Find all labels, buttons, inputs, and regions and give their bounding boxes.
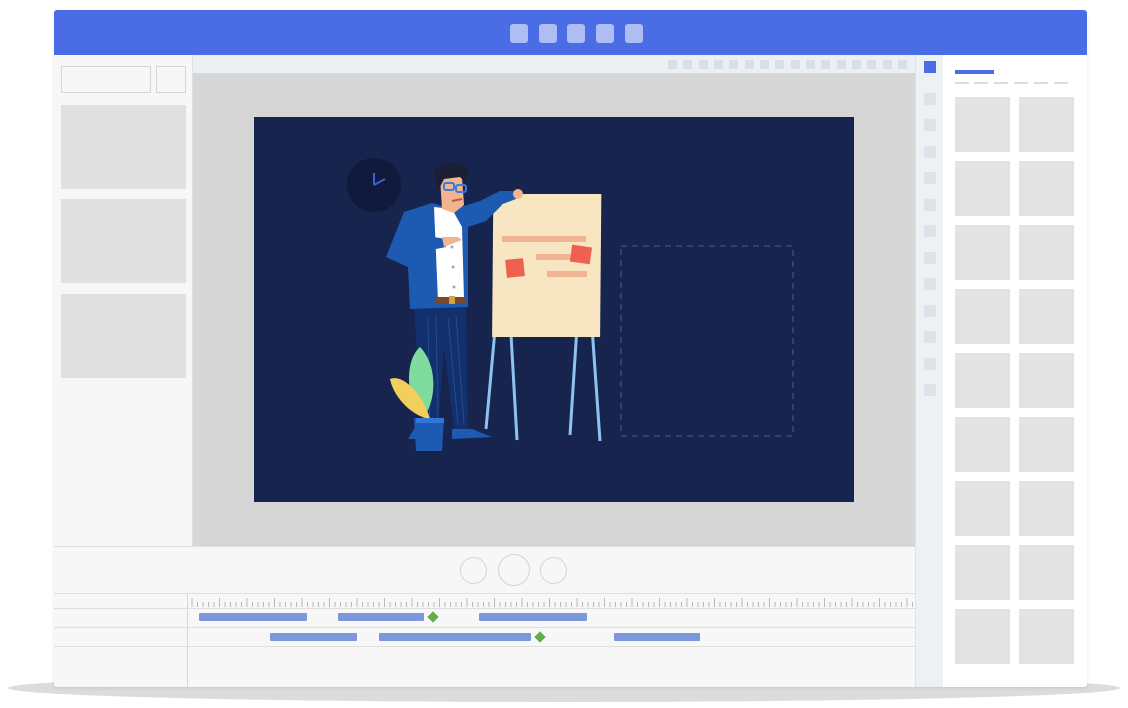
playback-bar [54, 546, 915, 593]
tab-active[interactable] [955, 70, 994, 74]
tool-button[interactable] [924, 278, 936, 290]
toolbar-button-1[interactable] [510, 24, 528, 43]
next-button[interactable] [540, 557, 567, 584]
dashed-placeholder [620, 245, 794, 437]
timeline-clip[interactable] [479, 613, 587, 621]
active-tool-button[interactable] [924, 61, 936, 73]
toolbar-button-2[interactable] [539, 24, 557, 43]
previous-button[interactable] [460, 557, 487, 584]
play-button[interactable] [498, 554, 530, 586]
keyframe-marker[interactable] [427, 611, 439, 623]
toolbar-button-3[interactable] [567, 24, 585, 43]
tool-button[interactable] [924, 146, 936, 158]
tool-strip [915, 55, 943, 687]
editor-window [54, 10, 1087, 687]
canvas-area [193, 55, 915, 546]
timeline-clip[interactable] [199, 613, 307, 621]
track-divider [54, 646, 915, 647]
track-divider [54, 627, 915, 628]
slide-name-input[interactable] [61, 66, 151, 93]
canvas-tool-button[interactable] [837, 60, 846, 69]
asset-tile[interactable] [1019, 609, 1074, 664]
asset-tile[interactable] [955, 97, 1010, 152]
asset-tile[interactable] [955, 289, 1010, 344]
timeline-clip[interactable] [379, 633, 531, 641]
title-bar [54, 10, 1087, 55]
asset-tile[interactable] [1019, 225, 1074, 280]
presenter-illustration [347, 158, 794, 451]
keyframe-marker[interactable] [534, 631, 546, 643]
slides-panel [54, 55, 193, 546]
canvas-tool-button[interactable] [683, 60, 692, 69]
tab[interactable] [994, 82, 1008, 84]
asset-tile[interactable] [955, 417, 1010, 472]
asset-tile[interactable] [955, 609, 1010, 664]
slide-thumbnail[interactable] [61, 294, 186, 378]
flipchart [492, 194, 602, 337]
canvas-tool-button[interactable] [714, 60, 723, 69]
tool-button[interactable] [924, 252, 936, 264]
asset-tile[interactable] [955, 481, 1010, 536]
canvas-tool-button[interactable] [699, 60, 708, 69]
tool-button[interactable] [924, 225, 936, 237]
toolbar-button-4[interactable] [596, 24, 614, 43]
time-ruler[interactable] [188, 594, 915, 608]
canvas-tool-button[interactable] [760, 60, 769, 69]
canvas-toolbar [193, 55, 915, 73]
asset-tile[interactable] [955, 545, 1010, 600]
tool-button[interactable] [924, 331, 936, 343]
canvas-tool-button[interactable] [852, 60, 861, 69]
tool-button[interactable] [924, 384, 936, 396]
canvas-tool-button[interactable] [729, 60, 738, 69]
tool-button[interactable] [924, 358, 936, 370]
timeline-clip[interactable] [338, 613, 424, 621]
canvas-tool-button[interactable] [883, 60, 892, 69]
tab[interactable] [1034, 82, 1048, 84]
asset-tile[interactable] [1019, 353, 1074, 408]
tab[interactable] [1054, 82, 1068, 84]
slide-thumbnail[interactable] [61, 105, 186, 189]
asset-tile[interactable] [955, 161, 1010, 216]
asset-tile[interactable] [1019, 481, 1074, 536]
timeline-clip[interactable] [270, 633, 357, 641]
tab[interactable] [1014, 82, 1028, 84]
canvas-tool-button[interactable] [775, 60, 784, 69]
tool-button[interactable] [924, 172, 936, 184]
timeline-clip[interactable] [614, 633, 700, 641]
slide-canvas[interactable] [254, 117, 854, 502]
tool-button[interactable] [924, 305, 936, 317]
tab[interactable] [955, 82, 969, 84]
canvas-tool-button[interactable] [867, 60, 876, 69]
canvas-tool-button[interactable] [806, 60, 815, 69]
canvas-tool-button[interactable] [745, 60, 754, 69]
asset-tile[interactable] [1019, 417, 1074, 472]
slide-number-input[interactable] [156, 66, 186, 93]
timeline [54, 593, 915, 687]
asset-tile[interactable] [1019, 97, 1074, 152]
toolbar-button-5[interactable] [625, 24, 643, 43]
canvas-tool-button[interactable] [791, 60, 800, 69]
track-divider [54, 608, 915, 609]
tool-button[interactable] [924, 119, 936, 131]
canvas-tool-button[interactable] [821, 60, 830, 69]
asset-tile[interactable] [955, 225, 1010, 280]
assets-panel [943, 55, 1087, 687]
tool-button[interactable] [924, 93, 936, 105]
asset-tile[interactable] [1019, 545, 1074, 600]
canvas-tool-button[interactable] [668, 60, 677, 69]
asset-tile[interactable] [1019, 289, 1074, 344]
asset-tile[interactable] [1019, 161, 1074, 216]
clock-icon [347, 158, 401, 212]
canvas-tool-button[interactable] [898, 60, 907, 69]
asset-tile[interactable] [955, 353, 1010, 408]
slide-thumbnail[interactable] [61, 199, 186, 283]
tab[interactable] [974, 82, 988, 84]
tool-button[interactable] [924, 199, 936, 211]
